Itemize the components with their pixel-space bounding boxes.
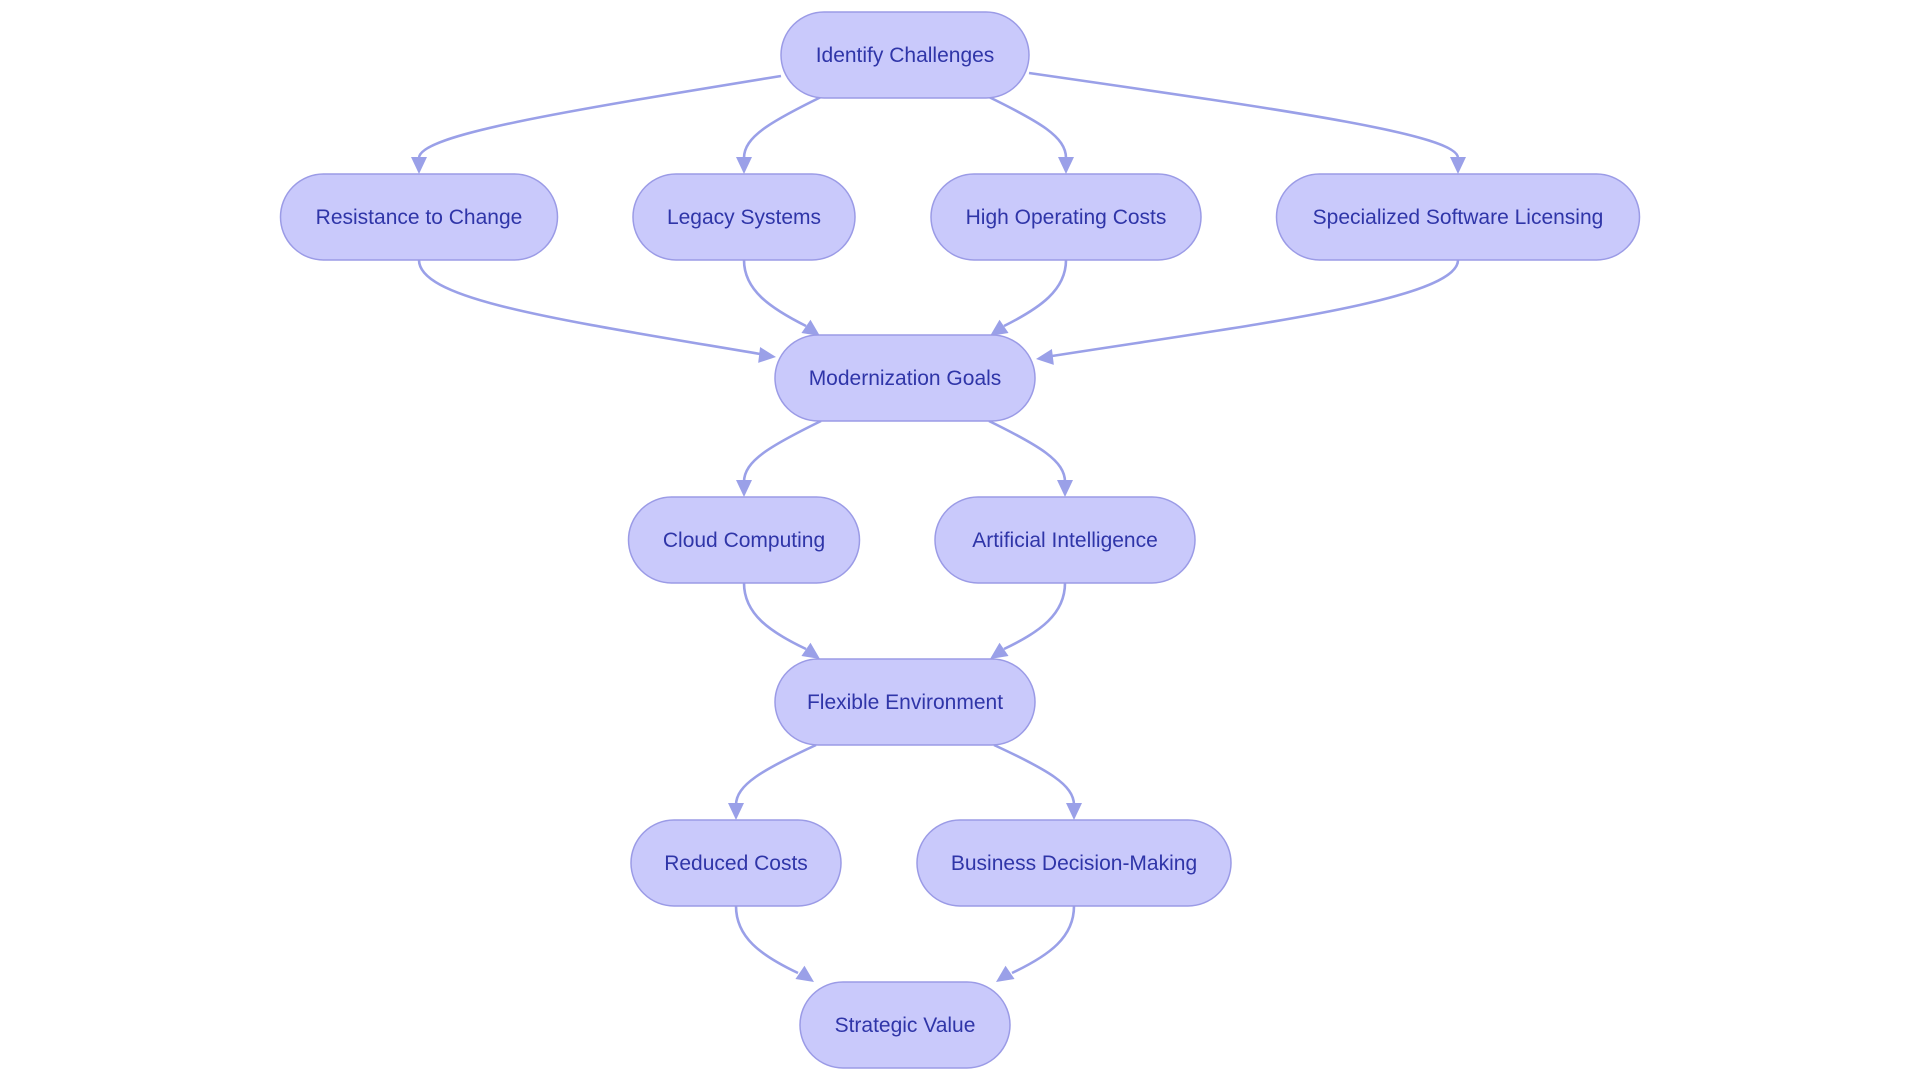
node-label: Artificial Intelligence — [972, 529, 1158, 552]
arrowhead-icon — [736, 157, 752, 174]
arrowhead-icon — [795, 965, 814, 982]
arrowhead-icon — [990, 319, 1009, 336]
edge-reduced-to-strategic — [734, 905, 814, 982]
node-label: Flexible Environment — [807, 691, 1003, 714]
node-decision[interactable]: Business Decision-Making — [916, 819, 1232, 907]
arrowhead-icon — [1066, 803, 1082, 820]
arrowhead-icon — [1450, 157, 1466, 174]
edge-line — [734, 905, 799, 975]
node-strategic[interactable]: Strategic Value — [799, 981, 1011, 1069]
edge-identify-to-licensing — [1028, 71, 1466, 174]
edge-licensing-to-goals — [1036, 259, 1460, 365]
flowchart-diagram: Identify Challenges Resistance to Change L… — [279, 11, 1641, 1069]
edge-line — [742, 95, 822, 159]
edge-goals-to-cloud — [736, 419, 822, 497]
edge-identify-to-legacy — [736, 95, 822, 174]
node-identify[interactable]: Identify Challenges — [780, 11, 1030, 99]
edge-identify-to-resistance — [411, 74, 782, 174]
node-label: Resistance to Change — [316, 206, 523, 229]
node-label: Reduced Costs — [664, 852, 808, 875]
edge-line — [742, 259, 807, 328]
edge-line — [1051, 259, 1460, 358]
arrowhead-icon — [411, 157, 427, 174]
edge-line — [988, 419, 1067, 483]
node-label: Identify Challenges — [816, 44, 995, 67]
node-costs[interactable]: High Operating Costs — [930, 173, 1202, 261]
node-goals[interactable]: Modernization Goals — [774, 334, 1036, 422]
arrowhead-icon — [1058, 157, 1074, 174]
node-label: Business Decision-Making — [951, 852, 1197, 875]
node-ai[interactable]: Artificial Intelligence — [934, 496, 1196, 584]
edge-cloud-to-flexible — [742, 582, 820, 659]
node-label: Strategic Value — [835, 1014, 976, 1037]
edge-line — [417, 74, 782, 159]
edge-legacy-to-goals — [742, 259, 820, 336]
edge-line — [1011, 905, 1076, 975]
edge-line — [742, 582, 807, 651]
edge-decision-to-strategic — [996, 905, 1076, 982]
arrowhead-icon — [1036, 349, 1054, 365]
edge-resistance-to-goals — [417, 259, 776, 363]
edge-ai-to-flexible — [990, 582, 1067, 659]
edge-flexible-to-reduced — [728, 743, 817, 820]
arrowhead-icon — [758, 347, 776, 363]
node-reduced[interactable]: Reduced Costs — [630, 819, 842, 907]
edge-identify-to-costs — [988, 95, 1074, 174]
nodes-layer: Identify Challenges Resistance to Change L… — [279, 11, 1641, 1069]
arrowhead-icon — [801, 319, 820, 336]
arrowhead-icon — [990, 642, 1009, 659]
arrowhead-icon — [728, 803, 744, 820]
edge-flexible-to-decision — [993, 743, 1082, 820]
edge-line — [1003, 259, 1068, 328]
arrowhead-icon — [736, 480, 752, 497]
node-licensing[interactable]: Specialized Software Licensing — [1275, 173, 1641, 261]
arrowhead-icon — [801, 642, 820, 659]
node-label: Cloud Computing — [663, 529, 825, 552]
node-flexible[interactable]: Flexible Environment — [774, 658, 1036, 746]
edge-line — [993, 743, 1076, 806]
node-legacy[interactable]: Legacy Systems — [632, 173, 856, 261]
edge-line — [1028, 71, 1460, 159]
node-label: Legacy Systems — [667, 206, 821, 229]
edge-line — [734, 743, 817, 806]
node-label: Modernization Goals — [809, 367, 1002, 390]
node-cloud[interactable]: Cloud Computing — [627, 496, 861, 584]
edge-line — [988, 95, 1068, 159]
edge-costs-to-goals — [990, 259, 1068, 336]
edge-goals-to-ai — [988, 419, 1073, 497]
edge-line — [1003, 582, 1067, 651]
arrowhead-icon — [996, 965, 1015, 982]
edge-line — [417, 259, 761, 356]
arrowhead-icon — [1057, 480, 1073, 497]
edge-line — [742, 419, 822, 483]
node-resistance[interactable]: Resistance to Change — [279, 173, 559, 261]
node-label: High Operating Costs — [966, 206, 1167, 229]
node-label: Specialized Software Licensing — [1313, 206, 1604, 229]
